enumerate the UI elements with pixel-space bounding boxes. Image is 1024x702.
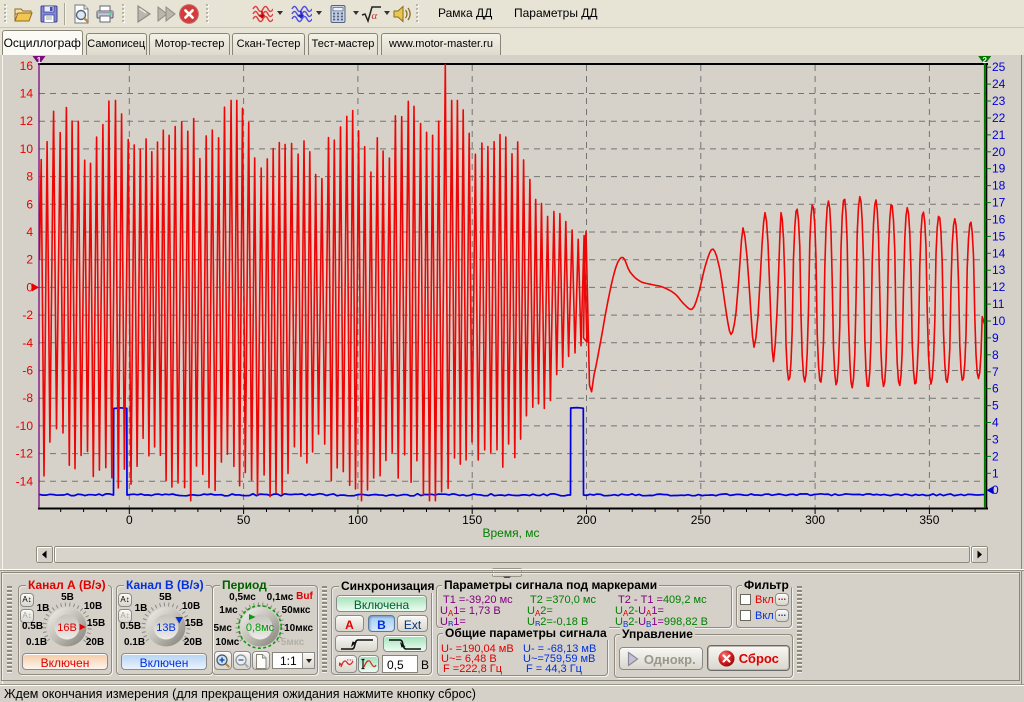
svg-text:10: 10 <box>992 314 1006 328</box>
svg-text:2: 2 <box>992 449 999 463</box>
svg-text:16: 16 <box>992 213 1006 227</box>
svg-text:13: 13 <box>992 263 1006 277</box>
svg-text:4: 4 <box>26 225 33 239</box>
svg-text:-4: -4 <box>22 336 33 350</box>
svg-text:1: 1 <box>37 56 42 65</box>
svg-text:-10: -10 <box>16 419 34 433</box>
svg-text:11: 11 <box>992 297 1005 311</box>
svg-text:15: 15 <box>992 229 1006 243</box>
svg-text:12: 12 <box>20 114 34 128</box>
svg-text:8: 8 <box>992 348 999 362</box>
svg-text:6: 6 <box>992 382 999 396</box>
svg-text:2: 2 <box>982 56 987 65</box>
svg-text:7: 7 <box>992 365 999 379</box>
svg-text:10: 10 <box>20 142 34 156</box>
svg-text:0: 0 <box>126 513 133 527</box>
svg-text:20: 20 <box>992 145 1006 159</box>
svg-text:Время, мс: Время, мс <box>482 526 539 540</box>
svg-text:-14: -14 <box>16 474 34 488</box>
svg-text:14: 14 <box>992 246 1006 260</box>
svg-text:17: 17 <box>992 196 1006 210</box>
svg-text:13В: 13В <box>156 622 176 634</box>
svg-text:2: 2 <box>26 253 33 267</box>
svg-text:5: 5 <box>992 399 999 413</box>
svg-text:6: 6 <box>26 197 33 211</box>
svg-text:150: 150 <box>462 513 482 527</box>
svg-text:-2: -2 <box>22 308 33 322</box>
svg-text:200: 200 <box>576 513 596 527</box>
svg-text:25: 25 <box>992 60 1006 74</box>
svg-text:16В: 16В <box>57 622 77 634</box>
svg-text:-6: -6 <box>22 364 33 378</box>
svg-text:300: 300 <box>805 513 825 527</box>
svg-text:8: 8 <box>26 170 33 184</box>
svg-text:1: 1 <box>992 466 999 480</box>
svg-text:16: 16 <box>20 59 34 73</box>
svg-text:22: 22 <box>992 111 1006 125</box>
svg-text:12: 12 <box>992 280 1006 294</box>
svg-text:23: 23 <box>992 94 1006 108</box>
svg-text:100: 100 <box>348 513 368 527</box>
svg-text:3: 3 <box>992 432 999 446</box>
svg-text:-12: -12 <box>16 447 34 461</box>
svg-text:21: 21 <box>992 128 1006 142</box>
svg-text:9: 9 <box>992 331 999 345</box>
svg-text:18: 18 <box>992 179 1006 193</box>
svg-text:-8: -8 <box>22 391 33 405</box>
svg-text:14: 14 <box>20 87 34 101</box>
svg-text:4: 4 <box>992 416 999 430</box>
svg-text:250: 250 <box>691 513 711 527</box>
svg-text:19: 19 <box>992 162 1006 176</box>
svg-text:50: 50 <box>237 513 251 527</box>
svg-text:24: 24 <box>992 77 1006 91</box>
svg-text:350: 350 <box>919 513 939 527</box>
svg-text:0,8мс: 0,8мс <box>246 622 275 634</box>
svg-text:α: α <box>372 10 378 22</box>
